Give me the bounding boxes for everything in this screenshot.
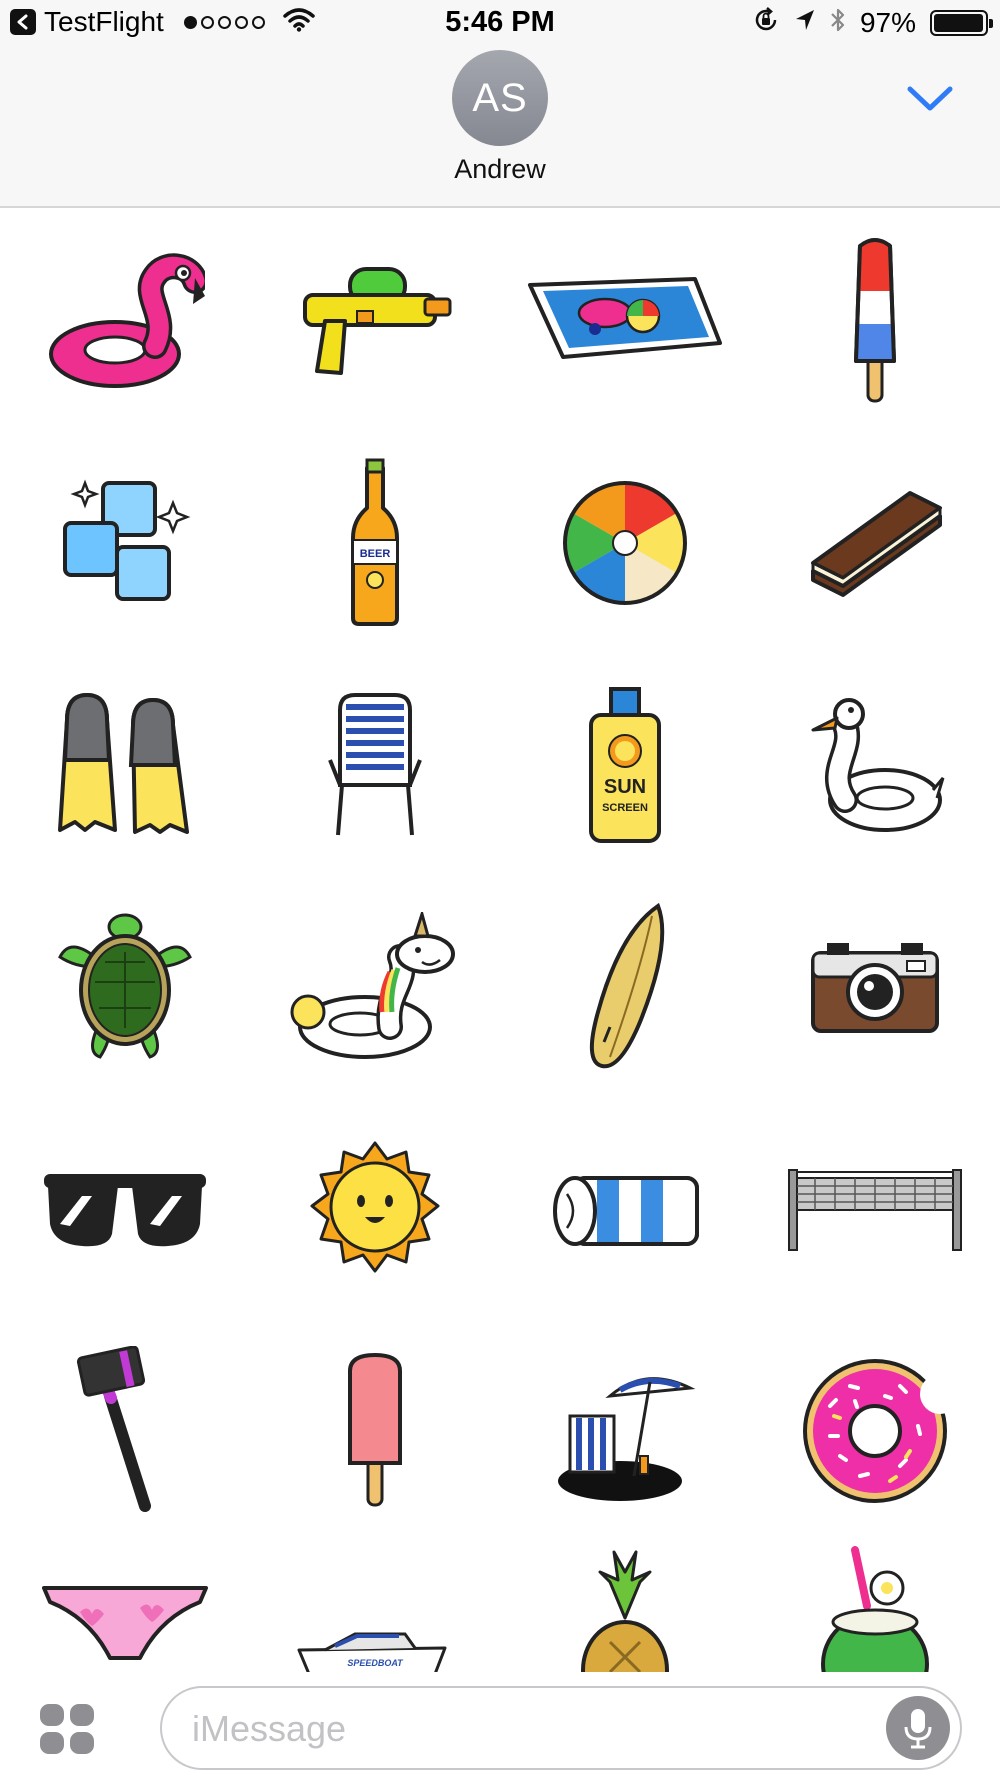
sticker-lawn-chair[interactable] [250,654,500,876]
sunscreen-icon: SUN SCREEN [589,687,661,843]
sticker-speedboat[interactable]: SPEEDBOAT [250,1542,500,1672]
sticker-surfboard[interactable] [500,876,750,1098]
contact-name[interactable]: Andrew [0,154,1000,185]
message-input[interactable]: iMessage [160,1686,962,1770]
pink-popsicle-icon [348,1352,402,1507]
chevron-down-icon [906,85,954,118]
sticker-water-gun[interactable] [250,210,500,432]
coconut-drink-icon [821,1546,929,1672]
speedboat-icon: SPEEDBOAT [297,1632,447,1672]
app-drawer-icon [40,1704,94,1754]
app-drawer-button[interactable] [38,1704,98,1756]
sticker-beach-ball[interactable] [500,432,750,654]
lawn-chair-icon [328,693,422,836]
sunscreen-label-1: SUN [604,776,646,798]
sticker-sunglasses[interactable] [0,1098,250,1320]
swan-float-icon [811,698,945,832]
sticker-beer-bottle[interactable]: BEER [250,432,500,654]
pineapple-icon [581,1550,669,1672]
sunscreen-label-2: SCREEN [602,802,648,814]
avatar-initials: AS [472,75,528,120]
sticker-flippers[interactable] [0,654,250,876]
sticker-unicorn-float[interactable] [250,876,500,1098]
battery-percent: 97% [859,6,916,38]
microphone-icon [904,1709,932,1749]
message-placeholder: iMessage [192,1708,347,1749]
sun-icon [310,1141,440,1273]
status-bar: TestFlight 5:46 PM 97% [0,0,1000,46]
selfie-stick-icon [76,1346,151,1512]
beer-bottle-icon: BEER [351,458,399,626]
sea-turtle-icon [58,913,192,1059]
speedboat-label: SPEEDBOAT [347,1658,404,1668]
sticker-volleyball-net[interactable] [750,1098,1000,1320]
sticker-ice-cubes[interactable] [0,432,250,654]
dictation-button[interactable] [886,1696,950,1760]
volleyball-net-icon [788,1169,962,1251]
sticker-selfie-stick[interactable] [0,1320,250,1542]
sticker-flamingo-float[interactable] [0,210,250,432]
beach-ball-icon [563,481,687,605]
collapse-button[interactable] [900,76,960,126]
beach-towel-icon [553,1176,699,1246]
sticker-pink-popsicle[interactable] [250,1320,500,1542]
flippers-icon [58,692,189,834]
sticker-beach-towel[interactable] [500,1098,750,1320]
bikini-bottom-icon [42,1586,208,1660]
bluetooth-icon [830,6,846,39]
sticker-beach-chair-umbrella[interactable] [500,1320,750,1542]
sunglasses-icon [44,1174,206,1247]
sticker-rocket-popsicle[interactable] [750,210,1000,432]
camera-icon [811,943,939,1033]
flamingo-float-icon [49,253,205,388]
beach-chair-umbrella-icon [558,1377,696,1501]
battery-icon [930,9,993,36]
location-arrow-icon [794,8,816,37]
water-gun-icon [303,267,452,375]
sticker-sea-turtle[interactable] [0,876,250,1098]
sticker-sunscreen[interactable]: SUN SCREEN [500,654,750,876]
pool-icon [528,277,722,359]
ice-cubes-icon [63,479,191,601]
ice-cream-sandwich-icon [811,491,942,597]
donut-icon [803,1359,950,1503]
rocket-popsicle-icon [854,238,896,403]
sticker-coconut-drink[interactable] [750,1542,1000,1672]
sticker-bikini-bottom[interactable] [0,1542,250,1672]
rotation-lock-icon [752,6,780,39]
sticker-swan-float[interactable] [750,654,1000,876]
message-input-bar: iMessage [0,1672,1000,1778]
sticker-sun[interactable] [250,1098,500,1320]
sticker-ice-cream-sandwich[interactable] [750,432,1000,654]
sticker-camera[interactable] [750,876,1000,1098]
sticker-pineapple[interactable] [500,1542,750,1672]
sticker-pool[interactable] [500,210,750,432]
conversation-header: AS Andrew [0,46,1000,208]
sticker-grid: BEER SUN SCREEN SPEEDBOAT [0,210,1000,1672]
beer-label: BEER [360,548,391,560]
sticker-donut[interactable] [750,1320,1000,1542]
unicorn-float-icon [290,912,455,1059]
surfboard-icon [589,902,665,1069]
avatar[interactable]: AS [452,50,548,146]
